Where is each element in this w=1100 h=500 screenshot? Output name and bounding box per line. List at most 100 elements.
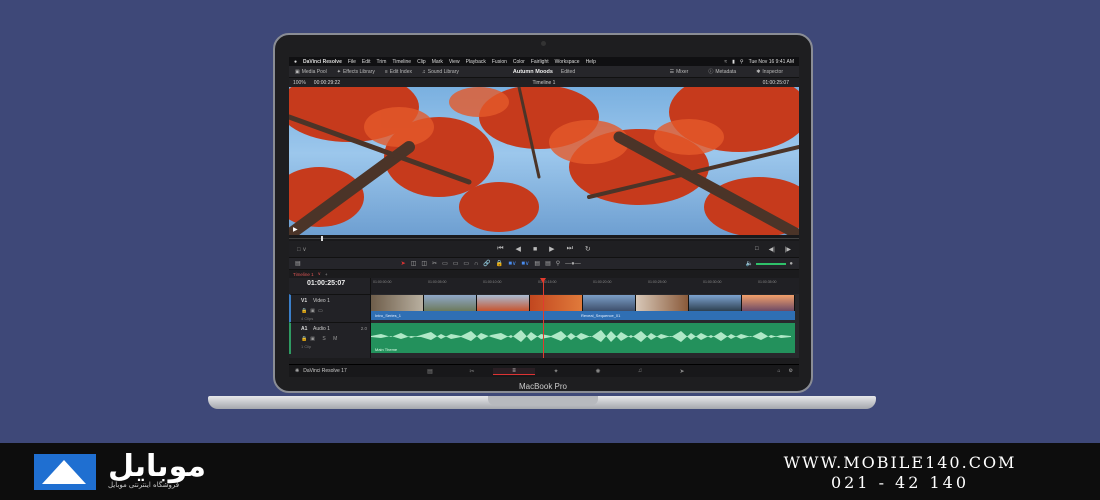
camera-dot — [541, 41, 546, 46]
edit-index-label: Edit Index — [389, 68, 412, 75]
volume-knob-icon[interactable]: ● — [789, 261, 793, 267]
apple-icon[interactable]: ● — [294, 59, 297, 65]
next-edit-icon[interactable]: |▶ — [785, 246, 791, 253]
selection-tool-icon[interactable]: ➤ — [401, 260, 406, 267]
play-icon[interactable]: ▶ — [549, 245, 554, 253]
phone-number[interactable]: 021 - 42 140 — [770, 473, 1030, 492]
color-page-icon[interactable]: ✺ — [577, 368, 619, 375]
inspector-button[interactable]: ✱ Inspector — [756, 68, 783, 75]
project-title: Autumn Moods Edited — [513, 69, 575, 75]
skip-back-icon[interactable]: ⏮ — [497, 245, 503, 253]
layout-icon[interactable]: ▤ — [295, 260, 301, 267]
prev-edit-icon[interactable]: ◀| — [769, 246, 775, 253]
zoom-detail-icon[interactable]: ▤ — [545, 260, 551, 267]
mixer-button[interactable]: ☰ Mixer — [670, 68, 689, 75]
menu-view[interactable]: View — [449, 59, 460, 65]
fusion-page-icon[interactable]: ✦ — [535, 368, 577, 375]
timeline-tab-dropdown-icon[interactable]: ∨ — [318, 271, 321, 277]
video-track-lane[interactable]: Intro_Series_1 Reveal_Sequence_01 — [371, 295, 795, 321]
sound-library-label: Sound Library — [427, 68, 459, 75]
deliver-page-icon[interactable]: ➤ — [661, 368, 703, 375]
menu-mark[interactable]: Mark — [432, 59, 443, 65]
menubar-datetime[interactable]: Tue Nov 16 9:41 AM — [749, 59, 794, 65]
sound-library-button[interactable]: ♫ Sound Library — [422, 69, 459, 75]
transport-controls: □ ∨ ⏮ ◀ ■ ▶ ⏭ ↻ □ ◀| |▶ — [289, 241, 799, 257]
menu-edit[interactable]: Edit — [362, 59, 371, 65]
menu-clip[interactable]: Clip — [417, 59, 426, 65]
menu-trim[interactable]: Trim — [377, 59, 387, 65]
menu-file[interactable]: File — [348, 59, 356, 65]
menu-app-name[interactable]: DaVinci Resolve — [303, 59, 342, 65]
zoom-full-icon[interactable]: ▤ — [534, 260, 540, 267]
timeline-timecode: 01:00:25:07 — [307, 280, 346, 287]
blade-tool-icon[interactable]: ✂ — [432, 260, 437, 267]
snapping-icon[interactable]: ∩ — [474, 261, 478, 267]
video-track-lock-icon[interactable]: 🔒▣▭ — [301, 308, 326, 314]
linked-selection-icon[interactable]: 🔗 — [483, 260, 490, 267]
flag-color-icon[interactable]: ■∨ — [508, 260, 516, 267]
edit-page-icon[interactable]: ≡ — [493, 367, 535, 375]
insert-clip-icon[interactable]: ▭ — [442, 260, 448, 267]
volume-slider[interactable] — [756, 262, 787, 265]
logo-number: 340 — [52, 478, 64, 485]
loop-icon[interactable]: ↻ — [585, 245, 591, 253]
add-timeline-icon[interactable]: + — [325, 272, 328, 277]
menu-timeline[interactable]: Timeline — [392, 59, 411, 65]
timeline-tab[interactable]: Timeline 1 — [293, 272, 314, 277]
settings-gear-icon[interactable]: ⚙ — [789, 368, 793, 374]
viewer-timeline-name[interactable]: Timeline 1 — [533, 80, 556, 86]
timeline-panel[interactable]: 01:00:25:07 V1 Video 1 🔒▣▭ 4 Clips A1 Au… — [289, 278, 799, 358]
audio-track-lock-icon[interactable]: 🔒▣ S M — [301, 336, 340, 342]
fairlight-page-icon[interactable]: ♫ — [619, 368, 661, 375]
audio-track-name[interactable]: Audio 1 — [313, 326, 330, 332]
home-icon[interactable]: ⌂ — [777, 368, 780, 374]
media-pool-icon: ▣ — [295, 68, 300, 75]
media-page-icon[interactable]: ▤ — [409, 368, 451, 375]
menu-playback[interactable]: Playback — [466, 59, 486, 65]
menu-color[interactable]: Color — [513, 59, 525, 65]
zoom-slider[interactable]: —●— — [565, 261, 581, 267]
inspector-icon: ✱ — [756, 68, 761, 75]
viewer-options-icon[interactable]: □ ∨ — [297, 246, 307, 253]
audio-clip-name[interactable]: Main Theme — [375, 347, 397, 352]
playhead[interactable] — [540, 278, 546, 358]
menu-workspace[interactable]: Workspace — [555, 59, 580, 65]
marker-color-icon[interactable]: ■∨ — [521, 260, 529, 267]
menu-fusion[interactable]: Fusion — [492, 59, 507, 65]
website-url[interactable]: WWW.MOBILE140.COM — [770, 453, 1030, 472]
timeline-ruler[interactable]: 01:00:00:00 01:00:05:00 01:00:10:00 01:0… — [371, 278, 799, 294]
video-clip-name[interactable]: Reveal_Sequence_01 — [581, 313, 620, 318]
skip-forward-icon[interactable]: ⏭ — [567, 245, 573, 253]
video-track-name[interactable]: Video 1 — [313, 298, 330, 304]
battery-icon[interactable]: ▮ — [732, 59, 735, 65]
wifi-icon[interactable]: ≈ — [724, 59, 727, 65]
edit-index-button[interactable]: ≡ Edit Index — [385, 69, 412, 75]
video-clip-bar[interactable]: Intro_Series_1 Reveal_Sequence_01 — [371, 311, 795, 320]
dynamic-trim-icon[interactable]: ◫ — [421, 260, 427, 267]
video-clip-name[interactable]: Intro_Series_1 — [375, 313, 401, 318]
overwrite-clip-icon[interactable]: ▭ — [453, 260, 459, 267]
effects-library-button[interactable]: ✦ Effects Library — [337, 69, 375, 75]
audio-clip[interactable]: Main Theme — [371, 323, 795, 353]
menu-help[interactable]: Help — [586, 59, 596, 65]
volume-control[interactable]: 🔈 ● — [746, 260, 793, 268]
replace-clip-icon[interactable]: ▭ — [463, 260, 469, 267]
trim-tool-icon[interactable]: ◫ — [411, 260, 417, 267]
metadata-button[interactable]: ⓘ Metadata — [708, 68, 736, 76]
video-viewer[interactable]: ▶ — [289, 87, 799, 235]
menu-fairlight[interactable]: Fairlight — [531, 59, 549, 65]
cut-page-icon[interactable]: ✂ — [451, 368, 493, 375]
zoom-custom-icon[interactable]: ⚲ — [556, 260, 560, 267]
footer-bar: 340 موبایل فروشگاه اینترنتی موبایل WWW.M… — [0, 443, 1100, 500]
audio-track-header[interactable]: A1 Audio 1 2.0 🔒▣ S M 1 Clip — [289, 322, 371, 354]
match-frame-icon[interactable]: □ — [755, 246, 759, 253]
stop-icon[interactable]: ■ — [533, 246, 537, 253]
laptop-screen: ● DaVinci Resolve File Edit Trim Timelin… — [289, 57, 799, 377]
store-logo[interactable]: 340 — [34, 454, 96, 490]
media-pool-button[interactable]: ▣ Media Pool — [295, 69, 327, 75]
video-track-header[interactable]: V1 Video 1 🔒▣▭ 4 Clips — [289, 294, 371, 322]
position-lock-icon[interactable]: 🔒 — [496, 260, 503, 267]
zoom-dropdown[interactable]: 100% — [293, 80, 306, 86]
search-icon[interactable]: ⚲ — [740, 59, 744, 65]
reverse-play-icon[interactable]: ◀ — [516, 245, 521, 253]
